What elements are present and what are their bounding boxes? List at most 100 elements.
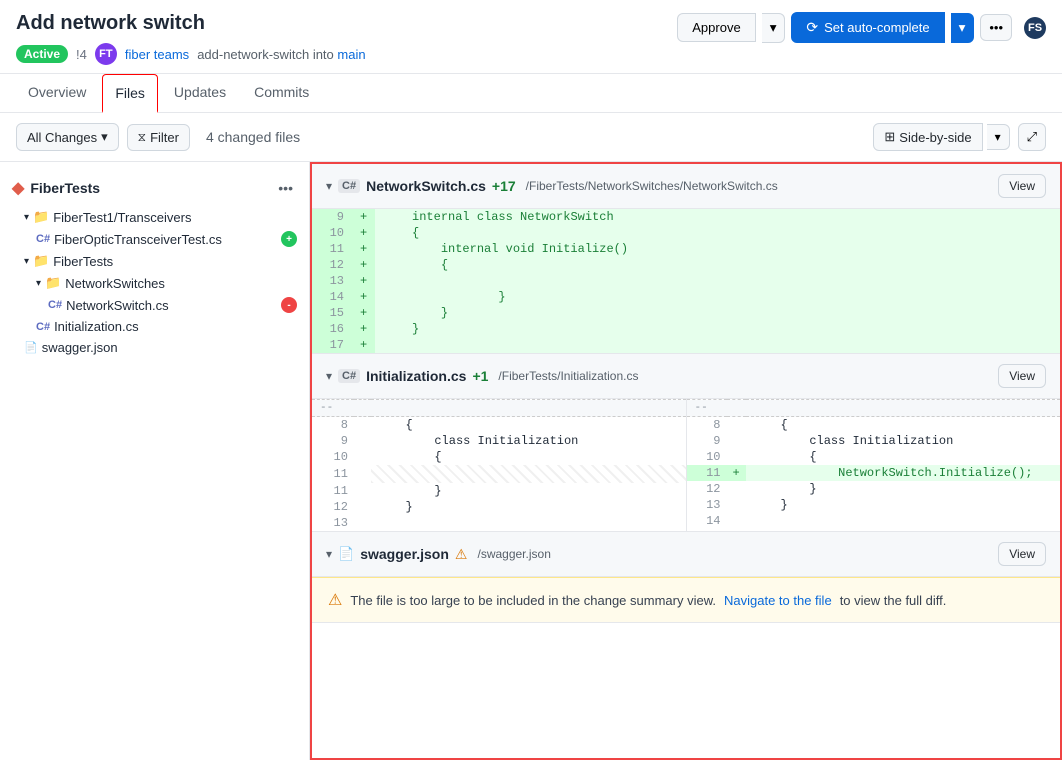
diff-hatch-row: 11: [312, 465, 686, 483]
diff-count-2: +1: [472, 368, 488, 384]
diff-left: -- 8 { 9 c: [312, 399, 687, 531]
file-doc-icon: 📄: [338, 546, 354, 562]
tab-commits[interactable]: Commits: [242, 74, 321, 112]
file-path-2: /FiberTests/Initialization.cs: [498, 369, 638, 383]
file-label: FiberOpticTransceiverTest.cs: [54, 232, 222, 247]
branch-into[interactable]: main: [337, 47, 365, 62]
diff-line: 17 +: [312, 337, 1060, 353]
diff-separator-row-r: --: [687, 400, 1061, 417]
tree-item-initialization[interactable]: C# Initialization.cs: [0, 316, 309, 337]
lang-badge-2: C#: [338, 369, 360, 383]
chevron-down-icon-2: ▾: [24, 256, 29, 267]
diff-line: 10 {: [312, 449, 686, 465]
warning-icon-header: ⚠: [455, 546, 468, 563]
file-icon: 📄: [24, 341, 38, 354]
approve-button[interactable]: Approve: [677, 13, 755, 42]
navigate-link[interactable]: Navigate to the file: [724, 593, 832, 608]
changed-files-count: 4 changed files: [206, 129, 300, 145]
view-button-initialization[interactable]: View: [998, 364, 1046, 388]
tab-overview[interactable]: Overview: [16, 74, 98, 112]
view-mode-button[interactable]: ⊞ Side-by-side: [873, 123, 982, 151]
diff-line-r: 10 {: [687, 449, 1061, 465]
chevron-down-icon: ▾: [24, 212, 29, 223]
warning-text: The file is too large to be included in …: [350, 593, 716, 608]
diff-side-by-side: -- 8 { 9 c: [312, 399, 1060, 531]
view-button-networkswitch[interactable]: View: [998, 174, 1046, 198]
diff-separator-row: --: [312, 400, 686, 417]
current-user-avatar: FS: [1024, 17, 1046, 39]
view-mode-group: ⊞ Side-by-side ▾ ⤢: [873, 123, 1046, 151]
commits-count: !4: [76, 47, 87, 62]
tree-item-swagger[interactable]: 📄 swagger.json: [0, 337, 309, 358]
file-block-swagger: ▾ 📄 swagger.json ⚠ /swagger.json View ⚠ …: [312, 532, 1060, 623]
warning-suffix: to view the full diff.: [840, 593, 947, 608]
diff-line: 8 {: [312, 417, 686, 434]
nav-tabs: Overview Files Updates Commits: [0, 74, 1062, 113]
file-name-swagger: swagger.json: [360, 546, 449, 562]
diff-line: 12 }: [312, 499, 686, 515]
avatar: FT: [95, 43, 117, 65]
approve-caret-button[interactable]: ▾: [762, 13, 786, 43]
diff-line: 16 + }: [312, 321, 1060, 337]
initialization-label: Initialization.cs: [54, 319, 139, 334]
tab-files[interactable]: Files: [102, 74, 158, 113]
all-changes-button[interactable]: All Changes ▾: [16, 123, 119, 151]
tree-item-folder-fibertests[interactable]: ▾ 📁 FiberTests: [0, 250, 309, 272]
view-button-swagger[interactable]: View: [998, 542, 1046, 566]
diff-line: 13: [312, 515, 686, 531]
collapse-icon-3[interactable]: ▾: [326, 547, 332, 561]
filter-button[interactable]: ⧖ Filter: [127, 124, 190, 151]
diff-line-r: 14: [687, 513, 1061, 529]
view-mode-caret[interactable]: ▾: [987, 124, 1010, 150]
sidebar-more-button[interactable]: •••: [274, 178, 297, 198]
active-badge: Active: [16, 45, 68, 63]
diff-line: 10 + {: [312, 225, 1060, 241]
cs-icon-3: C#: [36, 321, 50, 333]
filter-icon: ⧖: [138, 130, 146, 145]
collapse-icon-2[interactable]: ▾: [326, 369, 332, 383]
cs-icon: C#: [36, 233, 50, 245]
diff-line: 15 + }: [312, 305, 1060, 321]
file-path: /FiberTests/NetworkSwitches/NetworkSwitc…: [526, 179, 778, 193]
autocomplete-icon: ⟳: [806, 19, 818, 36]
collapse-icon[interactable]: ▾: [326, 179, 332, 193]
warning-triangle-icon: ⚠: [328, 590, 342, 610]
filter-label: Filter: [150, 130, 179, 145]
diamond-icon: ◆: [12, 178, 24, 198]
autocomplete-caret-button[interactable]: ▾: [951, 13, 975, 43]
tree-item-folder-transceivers[interactable]: ▾ 📁 FiberTest1/Transceivers: [0, 206, 309, 228]
tree-item-networkswitch[interactable]: C# NetworkSwitch.cs -: [0, 294, 309, 316]
tab-updates[interactable]: Updates: [162, 74, 238, 112]
expand-button[interactable]: ⤢: [1018, 123, 1046, 151]
branch-label: add-network-switch into main: [197, 47, 365, 62]
view-mode-label: Side-by-side: [899, 130, 971, 145]
folder-icon-3: 📁: [45, 275, 61, 291]
diff-lines-networkswitch: 9 + internal class NetworkSwitch 10 + {: [312, 209, 1060, 353]
autocomplete-button[interactable]: ⟳ Set auto-complete: [791, 12, 944, 43]
diff-added-row: 11 + NetworkSwitch.Initialize();: [687, 465, 1061, 481]
diff-line: 12 + {: [312, 257, 1060, 273]
diff-content: ▾ C# NetworkSwitch.cs +17 /FiberTests/Ne…: [310, 162, 1062, 760]
lang-badge: C#: [338, 179, 360, 193]
folder-icon-2: 📁: [33, 253, 49, 269]
branch-from: add-network-switch: [197, 47, 309, 62]
diff-line: 13 +: [312, 273, 1060, 289]
badge-plus: +: [281, 231, 297, 247]
more-button[interactable]: •••: [980, 14, 1012, 41]
diff-line-r: 13 }: [687, 497, 1061, 513]
diff-line: 11 }: [312, 483, 686, 499]
tree-item-fiberoptic[interactable]: C# FiberOpticTransceiverTest.cs +: [0, 228, 309, 250]
tree-item-folder-networkswitches[interactable]: ▾ 📁 NetworkSwitches: [0, 272, 309, 294]
autocomplete-label: Set auto-complete: [824, 20, 930, 35]
toolbar: All Changes ▾ ⧖ Filter 4 changed files ⊞…: [0, 113, 1062, 162]
sidebar-title-label: FiberTests: [30, 180, 100, 196]
diff-line: 11 + internal void Initialize(): [312, 241, 1060, 257]
user-link[interactable]: fiber teams: [125, 47, 189, 62]
all-changes-label: All Changes: [27, 130, 97, 145]
diff-right: -- 8 { 9 c: [687, 399, 1061, 531]
chevron-down-icon-3: ▾: [36, 278, 41, 289]
networkswitch-label: NetworkSwitch.cs: [66, 298, 169, 313]
diff-line-r: 9 class Initialization: [687, 433, 1061, 449]
file-tree-sidebar: ◆ FiberTests ••• ▾ 📁 FiberTest1/Transcei…: [0, 162, 310, 760]
folder-fibertests-label: FiberTests: [53, 254, 113, 269]
